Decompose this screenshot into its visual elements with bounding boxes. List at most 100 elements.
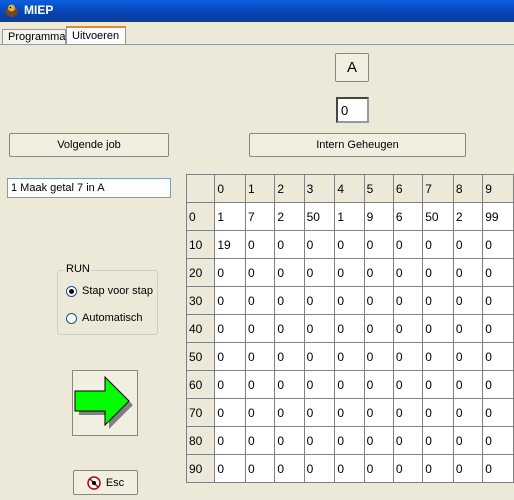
memory-cell[interactable]: 0 (482, 370, 514, 399)
memory-cell[interactable]: 0 (363, 454, 394, 483)
memory-cell[interactable]: 7 (245, 202, 276, 231)
memory-cell[interactable]: 0 (363, 286, 394, 315)
memory-cell[interactable]: 0 (452, 314, 484, 343)
memory-cell[interactable]: 0 (334, 454, 365, 483)
radio-dot[interactable] (66, 285, 77, 297)
radio-dot[interactable] (66, 312, 77, 324)
memory-cell[interactable]: 0 (334, 370, 365, 399)
esc-button[interactable]: Esc (73, 470, 138, 495)
memory-cell[interactable]: 0 (422, 370, 454, 399)
run-button[interactable] (72, 370, 138, 436)
accumulator-field[interactable]: 0 (336, 97, 369, 123)
memory-cell[interactable]: 0 (422, 286, 454, 315)
memory-cell[interactable]: 0 (422, 398, 454, 427)
memory-cell[interactable]: 0 (363, 426, 394, 455)
memory-cell[interactable]: 0 (334, 398, 365, 427)
memory-cell[interactable]: 0 (452, 286, 484, 315)
tab-programma[interactable]: Programma (2, 29, 66, 44)
memory-cell[interactable]: 0 (245, 398, 276, 427)
memory-cell[interactable]: 9 (363, 202, 394, 231)
memory-cell[interactable]: 0 (334, 286, 365, 315)
memory-cell[interactable]: 0 (274, 342, 305, 371)
memory-cell[interactable]: 0 (245, 230, 276, 259)
radio-automatic[interactable]: Automatisch (66, 312, 143, 324)
memory-cell[interactable]: 0 (214, 286, 247, 315)
memory-cell[interactable]: 0 (274, 258, 305, 287)
memory-cell[interactable]: 0 (392, 230, 424, 259)
memory-cell[interactable]: 0 (452, 230, 484, 259)
memory-cell[interactable]: 0 (452, 342, 484, 371)
memory-cell[interactable]: 0 (363, 398, 394, 427)
memory-cell[interactable]: 0 (214, 398, 247, 427)
memory-cell[interactable]: 0 (214, 342, 247, 371)
memory-cell[interactable]: 0 (245, 370, 276, 399)
memory-cell[interactable]: 0 (214, 426, 247, 455)
memory-cell[interactable]: 0 (422, 314, 454, 343)
memory-cell[interactable]: 1 (334, 202, 365, 231)
internal-memory-button[interactable]: Intern Geheugen (249, 133, 466, 157)
memory-cell[interactable]: 0 (303, 342, 336, 371)
memory-cell[interactable]: 0 (214, 314, 247, 343)
memory-cell[interactable]: 19 (214, 230, 247, 259)
memory-cell[interactable]: 0 (274, 454, 305, 483)
memory-cell[interactable]: 0 (422, 426, 454, 455)
memory-cell[interactable]: 0 (245, 342, 276, 371)
memory-cell[interactable]: 0 (274, 314, 305, 343)
memory-cell[interactable]: 0 (334, 314, 365, 343)
memory-cell[interactable]: 2 (452, 202, 484, 231)
memory-cell[interactable]: 0 (452, 426, 484, 455)
next-job-button[interactable]: Volgende job (9, 133, 169, 157)
memory-cell[interactable]: 0 (422, 454, 454, 483)
memory-cell[interactable]: 0 (303, 286, 336, 315)
memory-cell[interactable]: 0 (482, 454, 514, 483)
memory-cell[interactable]: 0 (422, 230, 454, 259)
memory-cell[interactable]: 0 (452, 370, 484, 399)
memory-cell[interactable]: 99 (482, 202, 514, 231)
current-job-field[interactable]: 1 Maak getal 7 in A (7, 178, 171, 198)
memory-cell[interactable]: 0 (392, 398, 424, 427)
memory-cell[interactable]: 0 (422, 342, 454, 371)
memory-cell[interactable]: 0 (303, 398, 336, 427)
memory-cell[interactable]: 0 (334, 342, 365, 371)
memory-cell[interactable]: 50 (303, 202, 336, 231)
memory-cell[interactable]: 6 (392, 202, 424, 231)
memory-cell[interactable]: 0 (452, 258, 484, 287)
memory-cell[interactable]: 1 (214, 202, 247, 231)
memory-cell[interactable]: 0 (363, 314, 394, 343)
memory-cell[interactable]: 0 (214, 370, 247, 399)
memory-cell[interactable]: 0 (303, 314, 336, 343)
register-a-button[interactable]: A (335, 53, 369, 82)
memory-cell[interactable]: 0 (482, 314, 514, 343)
memory-cell[interactable]: 0 (392, 426, 424, 455)
memory-cell[interactable]: 0 (482, 398, 514, 427)
memory-cell[interactable]: 0 (392, 314, 424, 343)
memory-cell[interactable]: 0 (392, 454, 424, 483)
memory-cell[interactable]: 0 (303, 230, 336, 259)
memory-cell[interactable]: 0 (363, 230, 394, 259)
title-bar[interactable]: MIEP (0, 0, 514, 22)
memory-cell[interactable]: 0 (482, 342, 514, 371)
memory-cell[interactable]: 0 (482, 426, 514, 455)
memory-cell[interactable]: 0 (392, 286, 424, 315)
memory-cell[interactable]: 0 (274, 426, 305, 455)
memory-cell[interactable]: 0 (363, 370, 394, 399)
memory-cell[interactable]: 0 (452, 454, 484, 483)
memory-cell[interactable]: 0 (303, 258, 336, 287)
memory-cell[interactable]: 0 (334, 258, 365, 287)
memory-cell[interactable]: 0 (245, 426, 276, 455)
tab-uitvoeren[interactable]: Uitvoeren (66, 26, 126, 44)
memory-cell[interactable]: 0 (274, 230, 305, 259)
radio-step-by-step[interactable]: Stap voor stap (66, 285, 153, 297)
memory-cell[interactable]: 0 (274, 398, 305, 427)
memory-cell[interactable]: 0 (245, 314, 276, 343)
memory-cell[interactable]: 0 (214, 258, 247, 287)
memory-cell[interactable]: 0 (482, 286, 514, 315)
memory-cell[interactable]: 0 (303, 370, 336, 399)
memory-cell[interactable]: 0 (392, 258, 424, 287)
memory-cell[interactable]: 0 (245, 258, 276, 287)
memory-cell[interactable]: 0 (392, 370, 424, 399)
memory-cell[interactable]: 0 (334, 230, 365, 259)
memory-cell[interactable]: 2 (274, 202, 305, 231)
memory-cell[interactable]: 0 (245, 454, 276, 483)
memory-cell[interactable]: 50 (422, 202, 454, 231)
